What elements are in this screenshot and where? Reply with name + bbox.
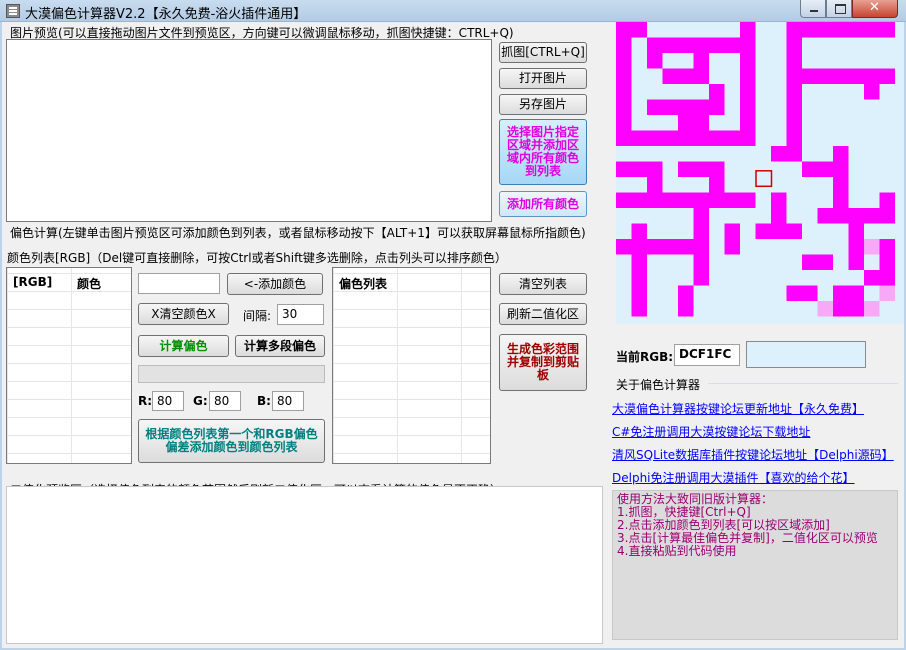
zoom-glyph-pixel bbox=[678, 115, 709, 131]
about-divider bbox=[708, 383, 898, 384]
zoom-glyph-pixel bbox=[662, 99, 709, 115]
column-offset-list[interactable]: 偏色列表 bbox=[339, 275, 387, 292]
link-sqlite[interactable]: 清风SQLite数据库插件按键论坛地址【Delphi源码】 bbox=[612, 446, 894, 463]
zoom-glyph-pixel bbox=[693, 208, 709, 286]
interval-input[interactable]: 30 bbox=[277, 304, 324, 325]
image-preview-area[interactable] bbox=[6, 39, 492, 222]
b-input[interactable]: 80 bbox=[272, 391, 304, 411]
g-label: G: bbox=[193, 394, 208, 408]
progress-bar bbox=[138, 365, 325, 383]
zoom-glyph-pixel bbox=[879, 239, 895, 270]
zoom-glyph-pixel bbox=[616, 161, 647, 177]
zoom-glyph-pixel bbox=[786, 285, 818, 301]
offset-calc-title: 偏色计算(左键单击图片预览区可添加颜色到列表，或者鼠标移动按下【ALT+1】可以… bbox=[10, 226, 586, 240]
refresh-binary-button[interactable]: 刷新二值化区 bbox=[499, 303, 587, 325]
calc-offset-button[interactable]: 计算偏色 bbox=[138, 335, 229, 357]
add-all-colors-button[interactable]: 添加所有颜色 bbox=[499, 191, 587, 217]
zoom-antialias-pixel bbox=[879, 285, 895, 301]
zoom-glyph-pixel bbox=[709, 84, 725, 100]
usage-box: 使用方法大致同旧版计算器： 1.抓图，快捷键[Ctrl+Q] 2.点击添加颜色到… bbox=[612, 490, 898, 640]
main-window: 图片预览(可以直接拖动图片文件到预览区，方向键可以微调鼠标移动，抓图快捷键：CT… bbox=[2, 22, 904, 648]
capture-button[interactable]: 抓图[CTRL+Q] bbox=[499, 42, 587, 63]
zoom-glyph-pixel bbox=[616, 239, 694, 255]
zoom-glyph-pixel bbox=[647, 99, 663, 115]
zoom-glyph-pixel bbox=[864, 68, 880, 100]
zoom-glyph-pixel bbox=[771, 192, 787, 239]
generate-copy-button[interactable]: 生成色彩范围并复制到剪贴板 bbox=[499, 334, 587, 391]
select-region-button[interactable]: 选择图片指定区域并添加区域内所有颜色到列表 bbox=[499, 119, 587, 185]
save-image-button[interactable]: 另存图片 bbox=[499, 94, 587, 115]
app-icon bbox=[6, 4, 20, 18]
zoom-glyph-pixel bbox=[647, 37, 756, 53]
link-delphi[interactable]: Delphi免注册调用大漠插件【喜欢的给个花】 bbox=[612, 469, 855, 486]
zoom-glyph-pixel bbox=[740, 22, 756, 146]
binary-preview-area[interactable] bbox=[6, 486, 603, 644]
add-color-button[interactable]: <-添加颜色 bbox=[227, 273, 323, 295]
zoom-glyph-pixel bbox=[786, 115, 802, 146]
g-input[interactable]: 80 bbox=[209, 391, 241, 411]
zoom-glyph-pixel bbox=[709, 99, 725, 115]
zoom-glyph-pixel bbox=[864, 270, 895, 286]
zoom-glyph-pixel bbox=[833, 285, 864, 317]
maximize-button[interactable] bbox=[826, 0, 852, 18]
window-title: 大漠偏色计算器V2.2【永久免费-浴火插件通用】 bbox=[25, 7, 307, 22]
zoom-antialias-pixel bbox=[817, 301, 833, 317]
about-title: 关于偏色计算器 bbox=[616, 378, 701, 392]
r-input[interactable]: 80 bbox=[152, 391, 184, 411]
zoom-glyph-pixel bbox=[647, 53, 663, 69]
current-rgb-value[interactable]: DCF1FC bbox=[674, 344, 740, 366]
clear-color-button[interactable]: X清空颜色X bbox=[138, 303, 229, 325]
add-by-first-color-button[interactable]: 根据颜色列表第一个和RGB偏色偏差添加颜色到颜色列表 bbox=[138, 419, 325, 463]
zoom-glyph-pixel bbox=[631, 223, 647, 317]
minimize-button[interactable] bbox=[800, 0, 826, 18]
zoom-glyph-pixel bbox=[693, 53, 709, 84]
zoom-antialias-pixel bbox=[864, 239, 880, 255]
zoom-glyph-pixel bbox=[802, 254, 833, 270]
color-input[interactable] bbox=[138, 273, 220, 294]
zoom-magnifier bbox=[616, 22, 904, 324]
zoom-glyph-pixel bbox=[662, 68, 694, 84]
zoom-glyph-pixel bbox=[879, 192, 895, 224]
zoom-glyph-pixel bbox=[678, 285, 694, 317]
zoom-glyph-pixel bbox=[786, 22, 895, 38]
column-color[interactable]: 颜色 bbox=[77, 275, 101, 292]
color-list-table[interactable]: [RGB] 颜色 bbox=[6, 267, 132, 464]
zoom-glyph-pixel bbox=[616, 192, 756, 208]
usage-line: 4.直接粘贴到代码使用 bbox=[617, 544, 737, 558]
open-image-button[interactable]: 打开图片 bbox=[499, 68, 587, 89]
link-update[interactable]: 大漠偏色计算器按键论坛更新地址【永久免费】 bbox=[612, 400, 864, 417]
zoom-glyph-pixel bbox=[771, 146, 802, 162]
title-bar: 大漠偏色计算器V2.2【永久免费-浴火插件通用】 bbox=[0, 0, 906, 22]
zoom-glyph-pixel bbox=[833, 146, 849, 162]
zoom-glyph-pixel bbox=[631, 22, 647, 38]
zoom-glyph-pixel bbox=[616, 22, 632, 146]
zoom-glyph-pixel bbox=[616, 130, 756, 146]
zoom-glyph-pixel bbox=[848, 223, 864, 270]
calc-multi-offset-button[interactable]: 计算多段偏色 bbox=[235, 335, 325, 357]
zoom-glyph-pixel bbox=[724, 223, 740, 255]
interval-label: 间隔: bbox=[243, 309, 272, 323]
current-rgb-label: 当前RGB: bbox=[616, 350, 674, 364]
offset-list-table[interactable]: 偏色列表 bbox=[332, 267, 491, 464]
b-label: B: bbox=[257, 394, 271, 408]
column-rgb[interactable]: [RGB] bbox=[13, 275, 52, 289]
close-button[interactable] bbox=[852, 0, 898, 18]
zoom-antialias-pixel bbox=[864, 301, 880, 317]
clear-list-button[interactable]: 清空列表 bbox=[499, 273, 587, 295]
zoom-glyph-pixel bbox=[833, 161, 849, 208]
color-list-hint: 颜色列表[RGB]（Del键可直接删除，可按Ctrl或者Shift键多选删除，点… bbox=[7, 251, 507, 265]
link-csharp[interactable]: C#免注册调用大漠按键论坛下载地址 bbox=[612, 423, 810, 440]
current-color-swatch bbox=[746, 341, 866, 368]
r-label: R: bbox=[138, 394, 153, 408]
